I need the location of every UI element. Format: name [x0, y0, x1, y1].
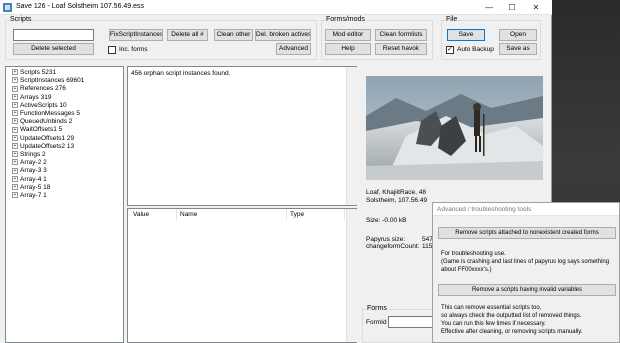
save-button[interactable]: Save — [447, 29, 485, 41]
tree-item-label: ActiveScripts 10 — [20, 101, 67, 109]
tree-item-label: FunctionMessages 5 — [20, 110, 80, 117]
expand-icon[interactable]: + — [12, 118, 18, 125]
column-header-type[interactable]: Type — [287, 209, 345, 220]
remove-attached-scripts-button[interactable]: Remove scripts attached to nonexistent c… — [438, 227, 616, 239]
expand-icon[interactable]: + — [12, 159, 18, 166]
troubleshoot-text: For troubleshooting use. (Game is crashi… — [441, 251, 610, 273]
info-text-panel: 456 orphan script instances found. — [127, 66, 357, 206]
clean-other-button[interactable]: Clean other — [214, 29, 253, 41]
expand-icon[interactable]: + — [12, 167, 18, 174]
expand-icon[interactable]: + — [12, 93, 18, 100]
expand-icon[interactable]: + — [12, 184, 18, 191]
expand-icon[interactable]: + — [12, 143, 18, 150]
del-broken-actives-button[interactable]: Del. broken actives — [255, 29, 311, 41]
tree-item-label: ScriptInstances 69601 — [20, 77, 85, 85]
tree-item-label: Array-4 1 — [20, 175, 47, 183]
column-header-name[interactable]: Name — [177, 209, 287, 220]
tree-item-label: WaitOffsets1 5 — [20, 126, 63, 134]
tree-item-label: UpdateOffsets1 29 — [20, 134, 75, 142]
formid-label: FormId — [366, 319, 387, 326]
inc-forms-checkbox[interactable] — [108, 46, 116, 54]
window-title: Save 126 - Loaf Solstheim 107.56.49.ess — [16, 3, 145, 10]
variables-table[interactable]: Value Name Type — [127, 208, 357, 343]
tree-item-label: Array-7 1 — [20, 192, 47, 199]
save-size: Size: -0.00 kB — [366, 217, 407, 224]
save-screenshot-image — [366, 76, 543, 180]
script-search-input[interactable] — [13, 29, 94, 41]
info-scrollbar[interactable] — [346, 67, 357, 205]
tree-item-label: Scripts 5231 — [20, 69, 57, 76]
tree-item-label: QueuedUnbinds 2 — [20, 118, 73, 126]
expand-icon[interactable]: + — [12, 77, 18, 84]
table-scrollbar[interactable] — [346, 209, 357, 342]
expand-icon[interactable]: + — [12, 85, 18, 92]
maximize-icon[interactable]: ☐ — [503, 0, 521, 15]
expand-icon[interactable]: + — [12, 126, 18, 133]
app-icon — [3, 3, 12, 12]
advanced-dialog-title: Advanced / troubleshooting tools — [433, 203, 619, 216]
warning-text: This can remove essential scripts too, s… — [441, 305, 583, 335]
expand-icon[interactable]: + — [12, 151, 18, 158]
file-group-label: File — [445, 16, 459, 23]
tree-item-label: Array-3 3 — [20, 167, 47, 175]
tree-item-label: Arrays 319 — [20, 93, 52, 101]
tree-item-label: Array-2 2 — [20, 159, 47, 167]
tree-item-label: Strings 2 — [20, 151, 46, 158]
close-icon[interactable]: ✕ — [527, 0, 545, 15]
title-bar: Save 126 - Loaf Solstheim 107.56.49.ess … — [0, 0, 552, 15]
delete-all-button[interactable]: Delete all # — [167, 29, 208, 41]
info-text: 456 orphan script instances found. — [131, 70, 231, 77]
tree-view[interactable]: + Scripts 5231 + ScriptInstances 69601 + Refe… — [5, 66, 124, 343]
change-form-count-value: 115 — [422, 243, 433, 250]
save-info-line1: Loaf, KhajiitRace, 48 — [366, 189, 426, 196]
help-button[interactable]: Help — [325, 43, 371, 55]
delete-selected-button[interactable]: Delete selected — [13, 43, 94, 55]
expand-icon[interactable]: + — [12, 102, 18, 109]
advanced-button[interactable]: Advanced — [276, 43, 311, 55]
reset-havok-button[interactable]: Reset havok — [375, 43, 427, 55]
expand-icon[interactable]: + — [12, 192, 18, 199]
scripts-group-label: Scripts — [9, 16, 33, 23]
open-button[interactable]: Open — [499, 29, 537, 41]
expand-icon[interactable]: + — [12, 69, 18, 76]
clean-formlists-button[interactable]: Clean formlists — [375, 29, 427, 41]
expand-icon[interactable]: + — [12, 110, 18, 117]
auto-backup-label: Auto Backup — [457, 46, 494, 53]
formid-input[interactable] — [388, 316, 438, 328]
column-header-value[interactable]: Value — [130, 209, 177, 220]
forms-mods-label: Forms/mods — [325, 16, 366, 23]
forms-bottom-label: Forms — [366, 305, 388, 312]
save-screenshot-svg — [366, 76, 543, 180]
tree-item-label: Array-5 18 — [20, 183, 51, 191]
change-form-count-label: changeformCount: — [366, 243, 420, 250]
expand-icon[interactable]: + — [12, 134, 18, 141]
advanced-dialog: Advanced / troubleshooting tools Remove … — [432, 202, 620, 343]
save-as-button[interactable]: Save as — [499, 43, 537, 55]
auto-backup-checkbox[interactable]: ✓ — [446, 46, 454, 54]
inc-forms-label: Inc. forms — [119, 46, 148, 53]
tree-item[interactable]: + Array-7 1 — [12, 192, 47, 201]
papyrus-size-label: Papyrus size: — [366, 236, 406, 243]
tree-item-label: References 276 — [20, 85, 66, 93]
tree-item-label: UpdateOffsets2 13 — [20, 142, 75, 150]
minimize-icon[interactable]: — — [480, 0, 498, 15]
fix-script-instances-button[interactable]: FixScriptInstances — [109, 29, 163, 41]
save-info-line2: Solstheim, 107.56.49 — [366, 197, 428, 204]
remove-invalid-scripts-button[interactable]: Remove a scripts having invalid variable… — [438, 284, 616, 296]
mod-editor-button[interactable]: Mod editor — [325, 29, 371, 41]
expand-icon[interactable]: + — [12, 175, 18, 182]
